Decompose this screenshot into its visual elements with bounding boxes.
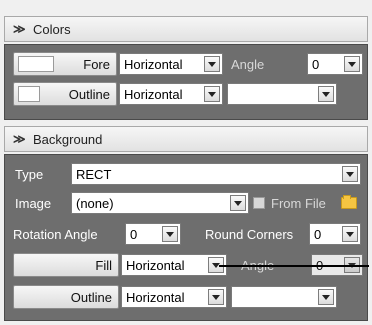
chevron-down-icon[interactable] bbox=[318, 86, 334, 102]
fill-direction-value: Horizontal bbox=[126, 257, 185, 273]
image-label: Image bbox=[15, 196, 52, 211]
bg-outline-color-button[interactable]: Outline bbox=[13, 285, 119, 309]
from-file-checkbox[interactable] bbox=[253, 197, 265, 209]
background-section-header[interactable]: ≫ Background bbox=[4, 126, 368, 152]
folder-icon[interactable] bbox=[341, 195, 357, 209]
type-select[interactable]: RECT bbox=[71, 163, 361, 185]
chevron-down-icon[interactable] bbox=[230, 195, 246, 211]
colors-section-header[interactable]: ≫ Colors bbox=[4, 16, 368, 42]
fore-direction-value: Horizontal bbox=[124, 56, 183, 72]
fore-color-button[interactable]: Fore bbox=[13, 52, 117, 76]
chevron-down-icon[interactable] bbox=[342, 166, 358, 182]
chevron-down-icon[interactable] bbox=[162, 226, 178, 242]
bg-outline-direction-value: Horizontal bbox=[126, 289, 185, 305]
from-file-label: From File bbox=[271, 196, 326, 211]
bg-outline-extra-select[interactable] bbox=[231, 286, 337, 308]
outline-color-button[interactable]: Outline bbox=[13, 82, 117, 106]
rotation-angle-select[interactable]: 0 bbox=[125, 223, 181, 245]
collapse-chevron-icon[interactable]: ≫ bbox=[13, 22, 27, 36]
chevron-down-icon[interactable] bbox=[208, 289, 224, 305]
round-corners-select[interactable]: 0 bbox=[309, 223, 361, 245]
colors-section-title: Colors bbox=[33, 21, 71, 37]
overlay-line bbox=[219, 265, 369, 267]
fore-angle-label: Angle bbox=[231, 57, 265, 72]
fore-angle-value: 0 bbox=[312, 56, 320, 72]
outline-direction-select[interactable]: Horizontal bbox=[119, 83, 223, 105]
round-corners-value: 0 bbox=[314, 226, 322, 242]
type-label: Type bbox=[15, 167, 44, 182]
rotation-angle-value: 0 bbox=[130, 226, 138, 242]
collapse-chevron-icon[interactable]: ≫ bbox=[13, 132, 27, 146]
image-value: (none) bbox=[76, 195, 114, 211]
rotation-angle-label: Rotation Angle bbox=[13, 227, 98, 242]
chevron-down-icon[interactable] bbox=[344, 56, 360, 72]
background-panel: Type RECT Image (none) From File Rotatio… bbox=[4, 154, 369, 321]
type-value: RECT bbox=[76, 166, 112, 182]
fore-label: Fore bbox=[83, 56, 110, 72]
bg-outline-label: Outline bbox=[70, 289, 112, 305]
outline-extra-select[interactable] bbox=[227, 83, 337, 105]
fill-color-button[interactable]: Fill bbox=[13, 253, 119, 277]
chevron-down-icon[interactable] bbox=[204, 56, 220, 72]
fill-label: Fill bbox=[95, 257, 112, 273]
chevron-down-icon[interactable] bbox=[318, 289, 334, 305]
bg-outline-direction-select[interactable]: Horizontal bbox=[121, 286, 227, 308]
fore-angle-select[interactable]: 0 bbox=[307, 53, 363, 75]
colors-panel: Fore Horizontal Angle 0 Outline Horizont… bbox=[4, 44, 368, 120]
chevron-down-icon[interactable] bbox=[204, 86, 220, 102]
fill-direction-select[interactable]: Horizontal bbox=[121, 254, 227, 276]
image-select[interactable]: (none) bbox=[71, 192, 249, 214]
outline-direction-value: Horizontal bbox=[124, 86, 183, 102]
outline-color-swatch bbox=[18, 86, 40, 102]
background-section-title: Background bbox=[33, 131, 103, 147]
fore-direction-select[interactable]: Horizontal bbox=[119, 53, 223, 75]
outline-label: Outline bbox=[68, 86, 110, 102]
chevron-down-icon[interactable] bbox=[342, 226, 358, 242]
round-corners-label: Round Corners bbox=[205, 227, 294, 242]
fore-color-swatch bbox=[18, 56, 54, 72]
